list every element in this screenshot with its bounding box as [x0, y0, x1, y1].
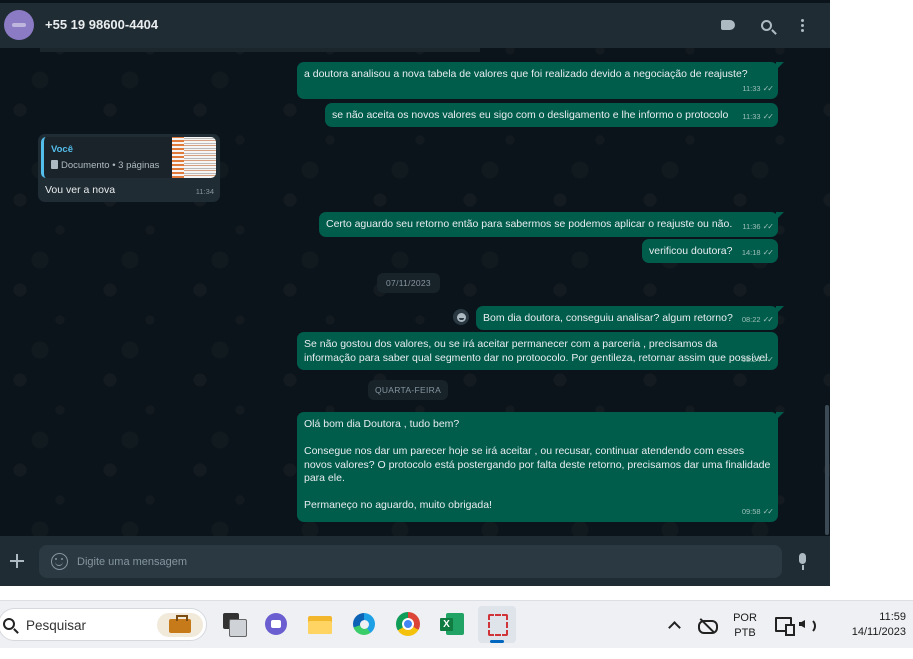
message-input[interactable] — [77, 545, 767, 578]
message-outgoing[interactable]: verificou doutora? 14:18 ✓✓ — [642, 239, 778, 263]
chevron-up-icon[interactable] — [664, 615, 684, 635]
contact-avatar[interactable] — [4, 10, 34, 40]
react-emoji-icon[interactable] — [453, 309, 469, 325]
message-text: Se não gostou dos valores, ou se irá ace… — [304, 338, 771, 364]
network-icon[interactable] — [774, 615, 795, 636]
desktop-background — [830, 0, 913, 600]
header-divider — [40, 48, 480, 52]
composer — [39, 545, 782, 578]
clock-date: 14/11/2023 — [851, 626, 906, 638]
tag-icon[interactable] — [718, 15, 738, 35]
message-incoming[interactable]: Você Documento • 3 páginas Vou ver a nov… — [38, 134, 220, 202]
briefcase-icon[interactable] — [157, 613, 203, 637]
double-check-icon: ✓✓ — [762, 221, 774, 231]
message-text: Bom dia doutora, conseguiu analisar? alg… — [483, 312, 733, 324]
message-text: Vou ver a nova — [45, 184, 116, 196]
snipping-tool-icon[interactable] — [478, 606, 516, 643]
message-time: 08:24 ✓✓ — [741, 354, 774, 364]
quoted-message[interactable]: Você Documento • 3 páginas — [41, 137, 216, 178]
input-language[interactable]: POR PTB — [728, 611, 762, 659]
quote-author: Você — [51, 144, 74, 155]
screen: +55 19 98600-4404 a doutora analisou a n… — [0, 0, 913, 648]
message-outgoing[interactable]: Certo aguardo seu retorno então para sab… — [319, 212, 784, 237]
date-separator: QUARTA-FEIRA — [368, 380, 448, 400]
message-outgoing[interactable]: Bom dia doutora, conseguiu analisar? alg… — [476, 306, 784, 330]
taskbar-search[interactable]: Pesquisar — [0, 608, 207, 641]
search-label: Pesquisar — [26, 618, 87, 633]
double-check-icon: ✓✓ — [762, 83, 774, 93]
task-view-icon[interactable] — [219, 610, 247, 638]
message-outgoing[interactable]: Se não gostou dos valores, ou se irá ace… — [297, 332, 778, 370]
kebab-menu-icon[interactable] — [792, 15, 812, 35]
double-check-icon: ✓✓ — [762, 506, 774, 516]
message-outgoing[interactable]: Olá bom dia Doutora , tudo bem? Consegue… — [297, 412, 784, 522]
message-time: 08:22 ✓✓ — [741, 314, 774, 324]
message-text: se não aceita os novos valores eu sigo c… — [332, 109, 729, 121]
desktop-background — [0, 586, 830, 600]
message-time: 11:34 — [195, 186, 214, 196]
edge-browser-icon[interactable] — [350, 610, 378, 638]
message-text: Certo aguardo seu retorno então para sab… — [326, 218, 733, 230]
chrome-browser-icon[interactable] — [394, 610, 422, 638]
double-check-icon: ✓✓ — [762, 111, 774, 121]
message-time: 11:33 ✓✓ — [742, 83, 774, 93]
double-check-icon: ✓✓ — [762, 247, 774, 257]
date-separator: 07/11/2023 — [377, 273, 440, 293]
quote-document-info: Documento • 3 páginas — [51, 159, 159, 173]
keyboard-layout: PTB — [734, 627, 756, 639]
clock-time: 11:59 — [879, 611, 906, 623]
message-time: 09:58 ✓✓ — [741, 506, 774, 516]
file-explorer-icon[interactable] — [306, 610, 334, 638]
language-code: POR — [733, 612, 757, 624]
document-icon — [51, 160, 58, 169]
chat-header: +55 19 98600-4404 — [0, 3, 830, 48]
video-chat-icon[interactable] — [262, 610, 290, 638]
plus-icon[interactable] — [9, 553, 25, 569]
message-outgoing[interactable]: se não aceita os novos valores eu sigo c… — [325, 103, 778, 127]
message-time: 11:33 ✓✓ — [742, 111, 774, 121]
search-icon[interactable] — [756, 15, 776, 35]
double-check-icon: ✓✓ — [762, 314, 774, 324]
message-time: 11:36 ✓✓ — [742, 221, 774, 231]
chat-window: +55 19 98600-4404 a doutora analisou a n… — [0, 0, 830, 586]
message-time: 14:18 ✓✓ — [741, 247, 774, 257]
excel-icon[interactable] — [438, 610, 466, 638]
message-text: Olá bom dia Doutora , tudo bem? Consegue… — [304, 418, 771, 511]
message-outgoing[interactable]: a doutora analisou a nova tabela de valo… — [297, 62, 784, 99]
double-check-icon: ✓✓ — [762, 354, 774, 364]
mic-icon[interactable] — [796, 553, 810, 571]
taskbar: Pesquisar POR PTB 11:59 14/11/2023 — [0, 600, 913, 648]
composer-bar — [0, 536, 830, 586]
speaker-icon[interactable] — [798, 615, 818, 634]
chat-scrollbar[interactable] — [825, 405, 829, 535]
contact-name[interactable]: +55 19 98600-4404 — [45, 17, 158, 32]
emoji-icon[interactable] — [51, 553, 68, 570]
search-icon — [3, 618, 15, 630]
cloud-off-icon[interactable] — [696, 615, 718, 635]
message-text: a doutora analisou a nova tabela de valo… — [304, 68, 748, 80]
document-thumbnail — [172, 137, 216, 178]
system-clock[interactable]: 11:59 14/11/2023 — [826, 610, 906, 658]
